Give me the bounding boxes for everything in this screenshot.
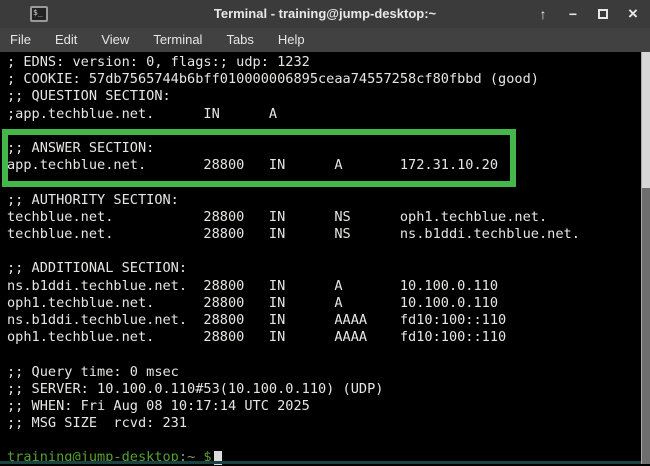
terminal-screen[interactable]: ; EDNS: version: 0, flags:; udp: 1232 ; … (0, 52, 641, 464)
menu-edit[interactable]: Edit (43, 28, 89, 52)
close-icon: × (628, 4, 638, 24)
close-button[interactable]: × (622, 3, 644, 25)
terminal-window: $_ Terminal - training@jump-desktop:~ ↑ … (0, 0, 650, 464)
menu-view[interactable]: View (89, 28, 141, 52)
scrollbar-thumb[interactable] (642, 52, 650, 188)
menubar: File Edit View Terminal Tabs Help (0, 28, 650, 52)
menu-help[interactable]: Help (266, 28, 317, 52)
minimize-button[interactable]: − (562, 3, 584, 25)
titlebar[interactable]: $_ Terminal - training@jump-desktop:~ ↑ … (0, 0, 650, 28)
dig-output: ; EDNS: version: 0, flags:; udp: 1232 ; … (7, 54, 580, 432)
menu-terminal[interactable]: Terminal (141, 28, 214, 52)
window-controls: ↑ − × (532, 0, 644, 28)
scrollbar-track[interactable] (641, 52, 650, 464)
minimize-icon: − (569, 6, 577, 22)
menu-tabs[interactable]: Tabs (214, 28, 265, 52)
shade-button[interactable]: ↑ (532, 3, 554, 25)
menu-file[interactable]: File (0, 28, 43, 52)
arrow-up-icon: ↑ (540, 6, 547, 22)
maximize-icon (598, 9, 608, 19)
maximize-button[interactable] (592, 3, 614, 25)
